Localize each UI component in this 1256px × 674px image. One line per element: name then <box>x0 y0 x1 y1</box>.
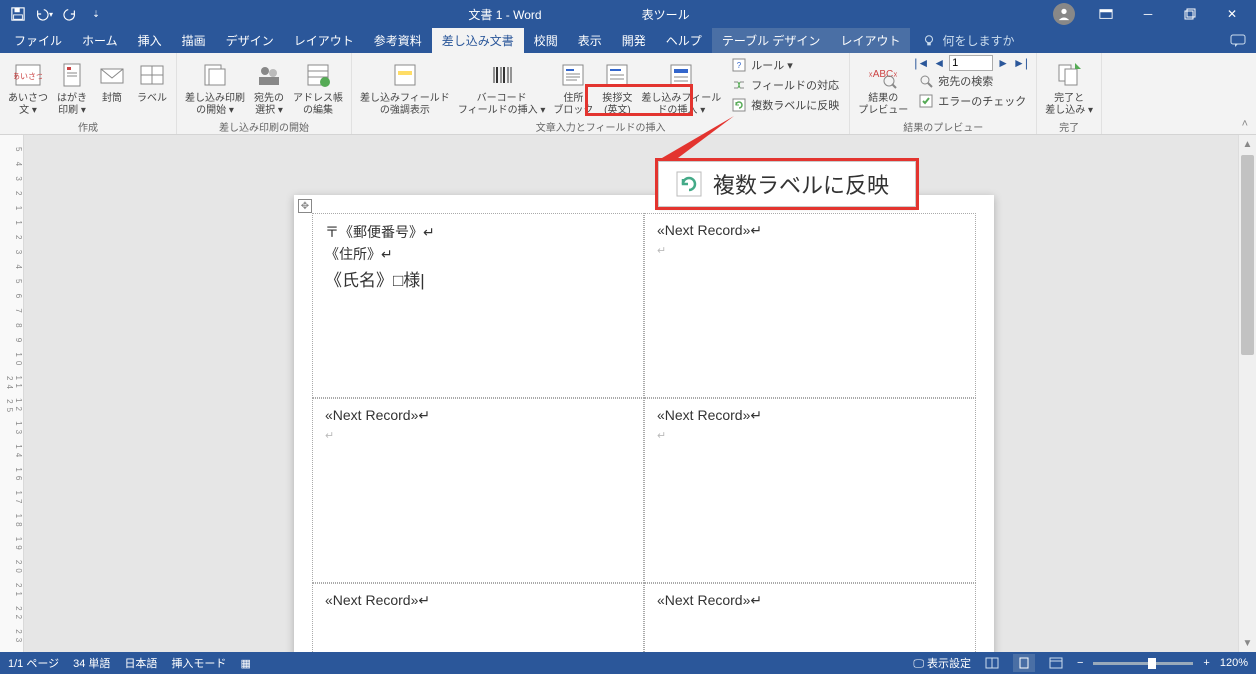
table-move-handle-icon[interactable]: ✥ <box>298 199 312 213</box>
preview-results-button[interactable]: «ABC»結果の プレビュー <box>856 55 910 117</box>
scroll-down-icon[interactable]: ▼ <box>1239 634 1256 652</box>
label-cell-5[interactable]: «Next Record»↵ <box>312 583 644 652</box>
start-mail-merge-button[interactable]: 差し込み印刷 の開始 ▾ <box>183 55 247 117</box>
comments-icon[interactable] <box>1220 28 1256 53</box>
record-navigation: |◄ ◄ ► ►| <box>914 55 1030 71</box>
read-mode-icon[interactable] <box>981 654 1003 672</box>
label-cell-2[interactable]: «Next Record»↵ ↵ <box>644 213 976 398</box>
group-start-label: 差し込み印刷の開始 <box>219 117 309 137</box>
tab-help[interactable]: ヘルプ <box>656 28 712 53</box>
label-cell-6[interactable]: «Next Record»↵ <box>644 583 976 652</box>
vertical-scrollbar[interactable]: ▲ ▼ <box>1238 135 1256 652</box>
zoom-out-icon[interactable]: − <box>1077 657 1083 669</box>
save-icon[interactable] <box>6 2 30 26</box>
status-language[interactable]: 日本語 <box>124 655 157 671</box>
label-cell-4[interactable]: «Next Record»↵ ↵ <box>644 398 976 583</box>
context-tab-title: 表ツール <box>642 6 690 23</box>
prev-record-icon[interactable]: ◄ <box>933 56 945 70</box>
status-insert-mode[interactable]: 挿入モード <box>171 655 226 671</box>
finish-merge-button[interactable]: 完了と 差し込み ▾ <box>1043 55 1095 117</box>
account-avatar[interactable] <box>1044 0 1084 28</box>
tab-table-design[interactable]: テーブル デザイン <box>712 28 831 53</box>
postcard-print-button[interactable]: はがき 印刷 ▾ <box>54 55 90 117</box>
update-labels-button[interactable]: 複数ラベルに反映 <box>727 95 843 115</box>
tab-references[interactable]: 参考資料 <box>364 28 432 53</box>
refresh-icon <box>675 170 703 198</box>
last-record-icon[interactable]: ►| <box>1013 56 1028 70</box>
tab-view[interactable]: 表示 <box>568 28 612 53</box>
label-cell-1[interactable]: 〒《郵便番号》↵ 《住所》↵ 《氏名》□様| <box>312 213 644 398</box>
lightbulb-icon <box>922 34 936 48</box>
collapse-ribbon-icon[interactable]: ˄ <box>1234 114 1256 134</box>
next-record-icon[interactable]: ► <box>997 56 1009 70</box>
web-layout-icon[interactable] <box>1045 654 1067 672</box>
tell-me-search[interactable]: 何をしますか <box>910 28 1026 53</box>
vertical-ruler[interactable]: 5 4 3 2 1 1 2 3 4 5 6 7 8 9 10 11 12 13 … <box>0 135 24 652</box>
document-page: ✥ 〒《郵便番号》↵ 《住所》↵ 《氏名》□様| «Next Record»↵ … <box>294 195 994 652</box>
svg-text:?: ? <box>737 61 742 70</box>
envelopes-button[interactable]: 封筒 <box>94 55 130 105</box>
zoom-slider[interactable] <box>1093 662 1193 665</box>
scroll-up-icon[interactable]: ▲ <box>1239 135 1256 153</box>
close-icon[interactable]: ✕ <box>1212 0 1252 28</box>
find-recipient-button[interactable]: 宛先の検索 <box>914 71 1030 91</box>
highlight-merge-fields-button[interactable]: 差し込みフィールド の強調表示 <box>358 55 452 117</box>
status-macro-icon[interactable]: ▦ <box>240 657 250 670</box>
select-recipients-button[interactable]: 宛先の 選択 ▾ <box>251 55 287 117</box>
group-preview-label: 結果のプレビュー <box>903 117 983 137</box>
tab-review[interactable]: 校閲 <box>524 28 568 53</box>
tab-layout[interactable]: レイアウト <box>284 28 364 53</box>
ribbon-display-icon[interactable] <box>1086 0 1126 28</box>
greeting-text-button[interactable]: あいさつあいさつ 文 ▾ <box>6 55 50 117</box>
insert-merge-field-button[interactable]: 差し込みフィール ドの挿入 ▾ <box>639 55 723 117</box>
qat-customize-icon[interactable]: ⇣ <box>84 2 108 26</box>
status-page[interactable]: 1/1 ページ <box>8 655 59 671</box>
document-title: 文書 1 - Word <box>468 6 541 23</box>
barcode-field-button[interactable]: バーコード フィールドの挿入 ▾ <box>456 55 548 117</box>
scroll-thumb[interactable] <box>1241 155 1254 355</box>
record-number-input[interactable] <box>949 55 993 71</box>
check-errors-button[interactable]: エラーのチェック <box>914 91 1030 111</box>
group-create-label: 作成 <box>78 117 98 137</box>
zoom-in-icon[interactable]: + <box>1203 657 1209 669</box>
address-block-button[interactable]: 住所 ブロック <box>551 55 595 117</box>
zoom-level[interactable]: 120% <box>1220 657 1248 669</box>
label-cell-3[interactable]: «Next Record»↵ ↵ <box>312 398 644 583</box>
match-fields-button[interactable]: フィールドの対応 <box>727 75 843 95</box>
callout-update-labels: 複数ラベルに反映 <box>658 161 916 207</box>
display-settings-button[interactable]: 🖵 表示設定 <box>913 655 971 671</box>
svg-text:あいさつ: あいさつ <box>14 72 42 81</box>
tab-draw[interactable]: 描画 <box>172 28 216 53</box>
tab-home[interactable]: ホーム <box>72 28 128 53</box>
rules-button[interactable]: ?ルール ▾ <box>727 55 843 75</box>
group-finish-label: 完了 <box>1059 117 1079 137</box>
undo-icon[interactable]: ▾ <box>32 2 56 26</box>
greeting-line-button[interactable]: 挨拶文 (英文) <box>599 55 635 117</box>
tab-developer[interactable]: 開発 <box>612 28 656 53</box>
maximize-icon[interactable] <box>1170 0 1210 28</box>
edit-recipient-list-button[interactable]: アドレス帳 の編集 <box>291 55 345 117</box>
labels-button[interactable]: ラベル <box>134 55 170 105</box>
print-layout-icon[interactable] <box>1013 654 1035 672</box>
group-write-label: 文章入力とフィールドの挿入 <box>536 117 666 137</box>
minimize-icon[interactable]: ─ <box>1128 0 1168 28</box>
redo-icon[interactable] <box>58 2 82 26</box>
status-word-count[interactable]: 34 単語 <box>73 655 110 671</box>
tab-file[interactable]: ファイル <box>4 28 72 53</box>
tab-table-layout[interactable]: レイアウト <box>830 28 910 53</box>
tab-design[interactable]: デザイン <box>216 28 284 53</box>
first-record-icon[interactable]: |◄ <box>914 56 929 70</box>
tab-mailings[interactable]: 差し込み文書 <box>432 28 524 53</box>
tab-insert[interactable]: 挿入 <box>128 28 172 53</box>
